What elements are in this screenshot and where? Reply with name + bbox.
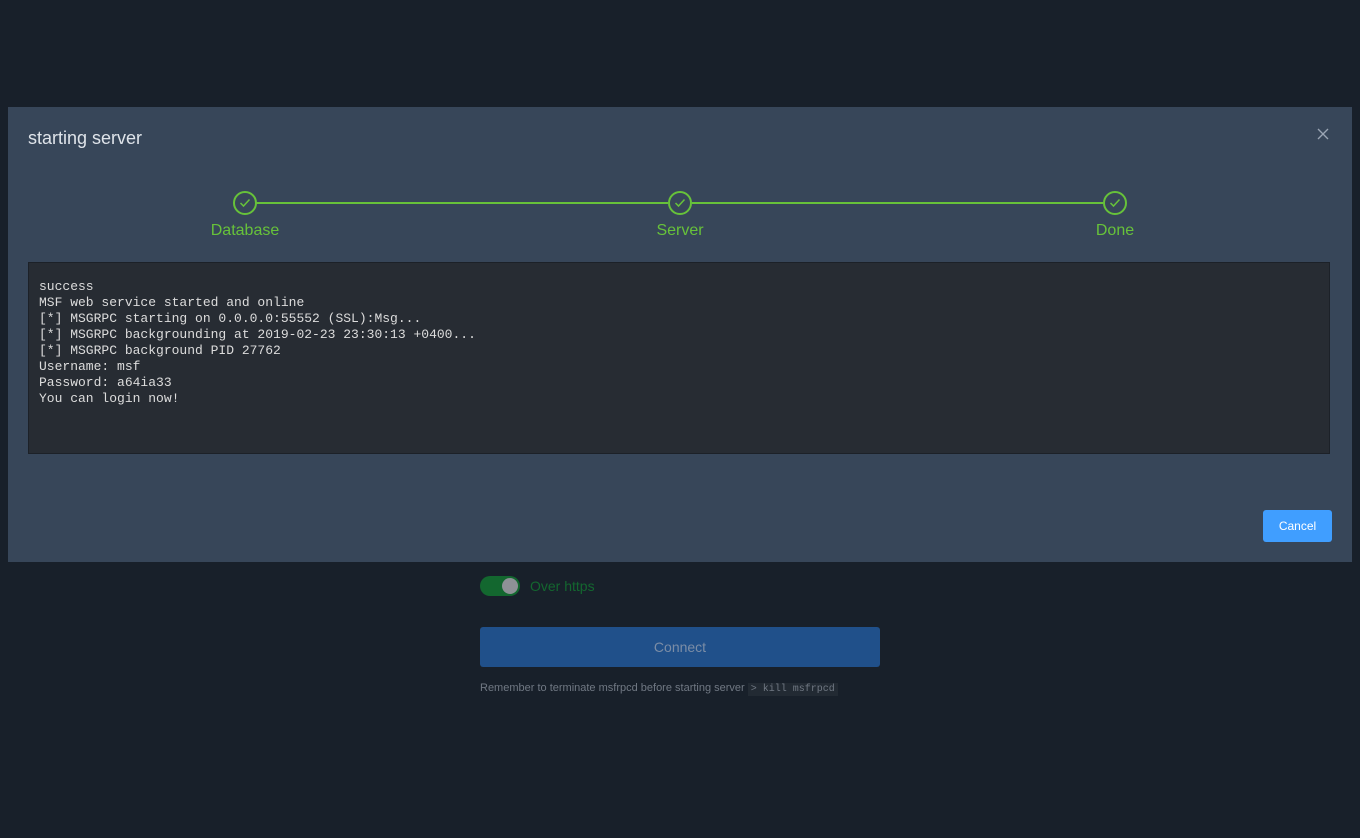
cancel-button[interactable]: Cancel [1263,510,1332,542]
dialog-title: starting server [28,128,143,148]
connect-button[interactable]: Connect [480,627,880,667]
hint-text: Remember to terminate msfrpcd before sta… [480,682,745,694]
step-server: Server [620,191,740,240]
console-line: MSF web service started and online [39,295,305,310]
step-label: Database [210,222,280,239]
console-line: success [39,279,94,294]
step-connector [692,202,1103,204]
step-database: Database [185,191,305,240]
console-line: [*] MSGRPC background PID 27762 [39,343,281,358]
check-icon [233,191,257,215]
https-toggle-label: Over https [530,578,595,594]
server-output-console[interactable]: success MSF web service started and onli… [28,262,1330,454]
console-line: [*] MSGRPC backgrounding at 2019-02-23 2… [39,327,476,342]
toggle-knob [502,578,518,594]
check-icon [1103,191,1127,215]
check-icon [668,191,692,215]
https-toggle-row[interactable]: Over https [480,576,595,596]
progress-steps: Database Server Done [8,191,1352,251]
step-done: Done [1055,191,1175,240]
hint-command: > kill msfrpcd [747,683,838,696]
https-toggle[interactable] [480,576,520,596]
console-line: Password: a64ia33 [39,375,172,390]
console-line: You can login now! [39,391,180,406]
close-icon[interactable] [1316,127,1330,141]
console-line: Username: msf [39,359,141,374]
step-connector [256,202,668,204]
step-label: Server [656,222,704,239]
console-line: [*] MSGRPC starting on 0.0.0.0:55552 (SS… [39,311,422,326]
terminate-hint: Remember to terminate msfrpcd before sta… [480,682,838,696]
starting-server-dialog: starting server Database Server Done suc… [8,107,1352,562]
step-label: Done [1095,222,1135,239]
page: Over https Connect Remember to terminate… [0,0,1360,838]
